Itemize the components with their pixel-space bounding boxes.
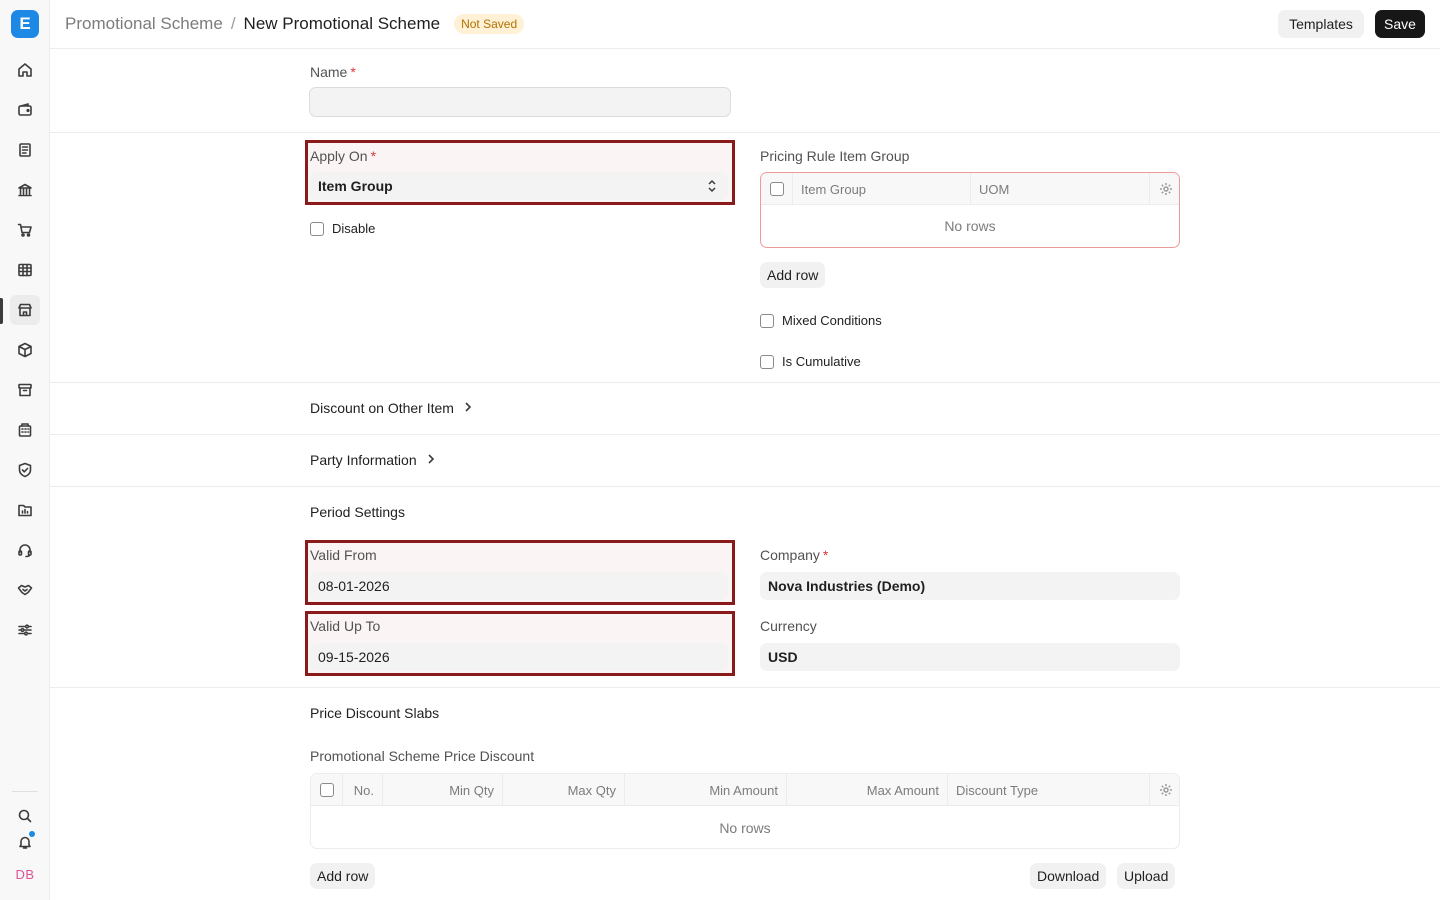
party-information-section[interactable]: Party Information (310, 452, 437, 468)
valid-upto-label: Valid Up To (310, 618, 381, 634)
apply-on-value: Item Group (318, 178, 393, 194)
column-header-min-amount: Min Amount (625, 774, 787, 806)
gear-icon[interactable] (1150, 173, 1179, 205)
page-title: New Promotional Scheme (243, 14, 441, 33)
document-icon[interactable] (10, 135, 40, 165)
page-header: Promotional Scheme / New Promotional Sch… (50, 0, 1440, 49)
is-cumulative-label: Is Cumulative (782, 354, 861, 369)
column-header-uom: UOM (971, 173, 1150, 205)
discount-other-item-label: Discount on Other Item (310, 400, 454, 416)
empty-rows-text: No rows (944, 218, 996, 234)
home-icon[interactable] (10, 55, 40, 85)
active-indicator (0, 298, 3, 324)
save-button[interactable]: Save (1375, 10, 1425, 38)
folder-chart-icon[interactable] (10, 495, 40, 525)
column-header-discount-type: Discount Type (948, 774, 1150, 806)
store-icon[interactable] (10, 295, 40, 325)
mixed-conditions-label: Mixed Conditions (782, 313, 882, 328)
company-input[interactable]: Nova Industries (Demo) (760, 572, 1180, 600)
app-logo[interactable]: E (11, 10, 39, 38)
select-all-cell (761, 173, 793, 205)
breadcrumb: Promotional Scheme / New Promotional Sch… (65, 14, 525, 34)
table-icon[interactable] (10, 255, 40, 285)
discount-other-item-section[interactable]: Discount on Other Item (310, 400, 474, 416)
mixed-conditions-row[interactable]: Mixed Conditions (760, 313, 882, 328)
gear-icon[interactable] (1150, 774, 1179, 806)
section-divider (50, 687, 1440, 688)
sidebar: E DB (0, 0, 50, 900)
price-discount-slabs-heading: Price Discount Slabs (310, 705, 440, 721)
sidebar-divider (12, 791, 38, 792)
cart-icon[interactable] (10, 215, 40, 245)
section-divider (50, 132, 1440, 133)
add-row-button[interactable]: Add row (310, 863, 376, 889)
headset-icon[interactable] (10, 535, 40, 565)
party-information-label: Party Information (310, 452, 417, 468)
archive-icon[interactable] (10, 375, 40, 405)
chevron-right-icon (462, 400, 474, 416)
chevron-right-icon (425, 452, 437, 468)
upload-button[interactable]: Upload (1117, 863, 1176, 889)
is-cumulative-checkbox[interactable] (760, 354, 774, 369)
valid-from-label: Valid From (310, 547, 377, 563)
table-header: No. Min Qty Max Qty Min Amount Max Amoun… (311, 774, 1179, 806)
column-header-max-amount: Max Amount (787, 774, 948, 806)
disable-label: Disable (332, 221, 376, 236)
column-header-no: No. (343, 774, 383, 806)
breadcrumb-parent[interactable]: Promotional Scheme (65, 14, 223, 34)
breadcrumb-separator: / (230, 14, 236, 33)
settings-sliders-icon[interactable] (10, 615, 40, 645)
valid-from-input[interactable]: 08-01-2026 (310, 572, 728, 600)
company-label: Company * (760, 547, 829, 563)
empty-rows-text: No rows (719, 820, 771, 836)
select-updown-icon (706, 179, 718, 196)
select-all-checkbox[interactable] (769, 182, 784, 196)
column-header-item-group: Item Group (793, 173, 971, 205)
wallet-icon[interactable] (10, 95, 40, 125)
section-divider (50, 486, 1440, 487)
form-content: Name * Apply On * Item Group Disable Prici… (50, 49, 1440, 900)
currency-label: Currency (760, 618, 817, 634)
select-all-checkbox[interactable] (319, 783, 334, 797)
period-settings-heading: Period Settings (310, 504, 405, 520)
building-icon[interactable] (10, 415, 40, 445)
currency-input[interactable]: USD (760, 643, 1180, 671)
column-header-min-qty: Min Qty (383, 774, 503, 806)
bank-icon[interactable] (10, 175, 40, 205)
apply-on-label: Apply On * (310, 148, 377, 164)
item-group-table: Item Group UOM No rows (760, 172, 1180, 248)
bell-icon[interactable] (10, 827, 40, 857)
column-header-max-qty: Max Qty (503, 774, 625, 806)
avatar[interactable]: DB (13, 864, 37, 884)
add-row-button[interactable]: Add row (760, 262, 826, 288)
name-input[interactable] (309, 87, 731, 117)
disable-checkbox-row[interactable]: Disable (310, 221, 375, 236)
is-cumulative-row[interactable]: Is Cumulative (760, 354, 861, 369)
handshake-icon[interactable] (10, 575, 40, 605)
section-divider (50, 434, 1440, 435)
status-badge: Not Saved (454, 14, 525, 34)
package-icon[interactable] (10, 335, 40, 365)
name-label: Name * (310, 64, 356, 80)
pricing-rule-item-group-label: Pricing Rule Item Group (760, 148, 910, 164)
disable-checkbox[interactable] (310, 221, 324, 236)
mixed-conditions-checkbox[interactable] (760, 313, 774, 328)
promo-price-discount-label: Promotional Scheme Price Discount (310, 748, 535, 764)
shield-icon[interactable] (10, 455, 40, 485)
price-discount-table: No. Min Qty Max Qty Min Amount Max Amoun… (310, 773, 1180, 849)
section-divider (50, 382, 1440, 383)
apply-on-select[interactable]: Item Group (310, 172, 728, 200)
notification-dot (29, 831, 35, 837)
valid-upto-input[interactable]: 09-15-2026 (310, 643, 728, 671)
templates-button[interactable]: Templates (1278, 10, 1364, 38)
select-all-cell (311, 774, 343, 806)
table-header: Item Group UOM (761, 173, 1179, 205)
download-button[interactable]: Download (1030, 863, 1107, 889)
